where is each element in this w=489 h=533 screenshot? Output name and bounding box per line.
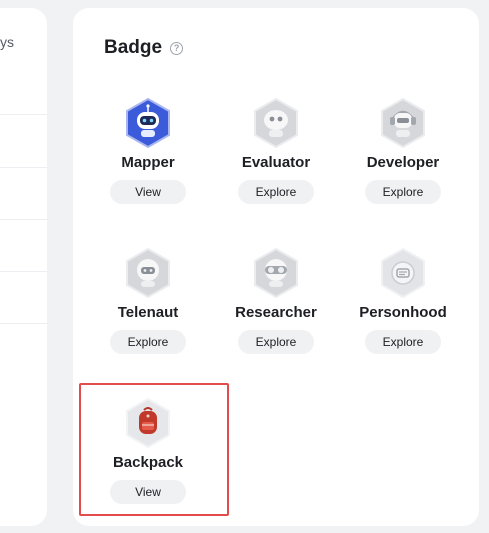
badge-name: Mapper <box>121 154 175 171</box>
left-panel-text-fragment: ys <box>0 34 14 50</box>
badge-view-button[interactable]: View <box>110 180 186 204</box>
badge-panel-title: Badge <box>104 37 163 58</box>
badge-telenaut: Telenaut Explore <box>84 248 212 358</box>
id-card-icon <box>381 248 425 298</box>
badge-explore-button[interactable]: Explore <box>365 330 441 354</box>
robot-blue-icon <box>126 98 170 148</box>
badge-name: Personhood <box>359 304 447 321</box>
badge-developer: Developer Explore <box>339 98 467 208</box>
robot-goggles-icon <box>254 248 298 298</box>
left-panel-card: ys <box>0 8 47 526</box>
badge-name: Telenaut <box>117 304 179 321</box>
robot-gray-icon <box>254 98 298 148</box>
badge-evaluator: Evaluator Explore <box>212 98 340 208</box>
question-circle-icon[interactable]: ? <box>170 41 184 55</box>
badge-researcher: Researcher Explore <box>212 248 340 358</box>
divider <box>0 219 47 220</box>
badge-name: Developer <box>366 154 440 171</box>
robot-gray-icon <box>126 248 170 298</box>
badge-panel-header: Badge ? <box>104 37 184 59</box>
divider <box>0 323 47 324</box>
divider <box>0 271 47 272</box>
badge-explore-button[interactable]: Explore <box>110 330 186 354</box>
badge-explore-button[interactable]: Explore <box>365 180 441 204</box>
badge-personhood: Personhood Explore <box>339 248 467 358</box>
robot-headphones-icon <box>381 98 425 148</box>
badge-name: Researcher <box>235 304 317 321</box>
badge-explore-button[interactable]: Explore <box>238 180 314 204</box>
divider <box>0 114 47 115</box>
highlight-box <box>79 383 229 516</box>
badge-mapper: Mapper View <box>84 98 212 208</box>
badge-explore-button[interactable]: Explore <box>238 330 314 354</box>
divider <box>0 167 47 168</box>
badge-name: Evaluator <box>241 154 311 171</box>
